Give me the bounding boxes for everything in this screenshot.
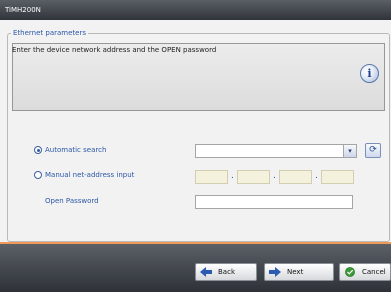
arrow-left-icon	[200, 267, 212, 277]
window-title: TiMH200N	[5, 6, 41, 14]
back-button-label: Back	[218, 268, 235, 276]
info-text: Enter the device network address and the…	[12, 46, 217, 54]
manual-input-radio[interactable]	[34, 171, 42, 179]
info-icon: i	[360, 64, 379, 83]
arrow-right-icon	[269, 267, 281, 277]
main-panel: Ethernet parameters Enter the device net…	[0, 20, 391, 242]
ip-octet-2-field[interactable]	[237, 170, 270, 184]
ip-octet-4-field[interactable]	[321, 170, 354, 184]
automatic-search-radio[interactable]	[34, 146, 42, 154]
cancel-button[interactable]: Cancel	[339, 263, 391, 281]
refresh-icon[interactable]: ⟳	[365, 143, 381, 158]
open-password-field[interactable]	[195, 195, 353, 209]
back-button[interactable]: Back	[195, 263, 257, 281]
group-legend: Ethernet parameters	[11, 28, 88, 38]
ip-dot: .	[315, 171, 318, 181]
title-bar: TiMH200N	[0, 0, 391, 20]
ip-dot: .	[273, 171, 276, 181]
ip-octet-3-field[interactable]	[279, 170, 312, 184]
ip-dot: .	[231, 171, 234, 181]
next-button[interactable]: Next	[264, 263, 334, 281]
automatic-search-select[interactable]: ▾	[195, 144, 357, 158]
cancel-button-label: Cancel	[362, 268, 386, 276]
open-password-label: Open Password	[45, 197, 99, 205]
check-circle-icon	[345, 267, 355, 277]
ip-octet-1-field[interactable]	[195, 170, 228, 184]
chevron-down-icon[interactable]: ▾	[343, 145, 356, 157]
manual-input-label[interactable]: Manual net-address input	[45, 170, 134, 180]
next-button-label: Next	[287, 268, 304, 276]
automatic-search-label[interactable]: Automatic search	[45, 145, 106, 155]
